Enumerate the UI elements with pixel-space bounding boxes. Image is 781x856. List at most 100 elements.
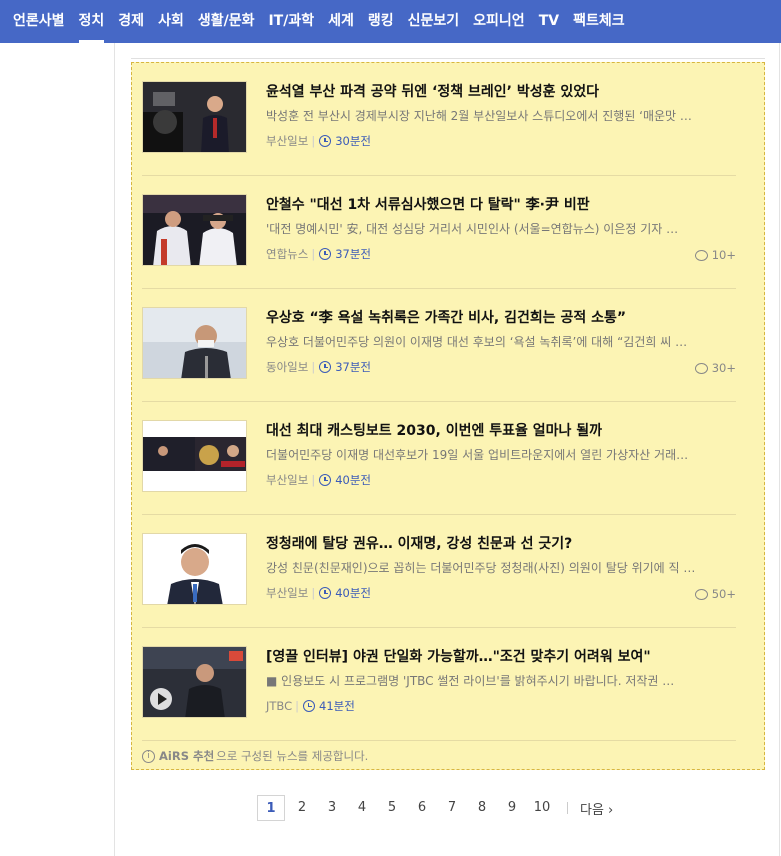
news-thumbnail[interactable] [142,307,247,379]
news-source[interactable]: 연합뉴스 [266,246,308,262]
news-item: 정청래에 탈당 권유… 이재명, 강성 친문과 선 긋기? 강성 친문(친문재인… [142,515,736,628]
airs-notice: i AiRS 추천 으로 구성된 뉴스를 제공합니다. [142,748,368,764]
comment-count-label: 30+ [711,361,736,375]
news-description[interactable]: ■ 인용보도 시 프로그램명 'JTBC 썰전 라이브'를 밝혀주시기 바랍니다… [266,672,696,689]
page-number[interactable]: 3 [317,795,347,821]
news-time-label: 41분전 [319,699,355,713]
next-page-label: 다음 [580,802,604,818]
news-meta: 동아일보 | 37분전 [266,359,371,375]
comment-icon [694,362,708,374]
page-number[interactable]: 10 [527,795,557,821]
news-item: 윤석열 부산 파격 공약 뒤엔 ‘정책 브레인’ 박성훈 있었다 박성훈 전 부… [142,63,736,176]
nav-item[interactable]: 랭킹 [361,0,401,43]
news-title[interactable]: 우상호 “李 욕설 녹취록은 가족간 비사, 김건희는 공적 소통” [266,307,736,327]
page-number[interactable]: 1 [257,795,285,821]
news-time-label: 37분전 [335,360,371,374]
nav-item[interactable]: 경제 [111,0,151,43]
news-title[interactable]: [영끌 인터뷰] 야권 단일화 가능할까…"조건 맞추기 어려워 보여" [266,646,736,666]
news-thumbnail[interactable] [142,194,247,266]
nav-item[interactable]: 신문보기 [401,0,467,43]
nav-item[interactable]: 언론사별 [6,0,72,43]
news-time-label: 40분전 [335,586,371,600]
clock-icon [319,474,332,486]
info-icon[interactable]: i [142,749,155,763]
news-description[interactable]: 박성훈 전 부산시 경제부시장 지난해 2월 부산일보사 스튜디오에서 진행된 … [266,107,696,124]
news-thumbnail[interactable] [142,646,247,718]
news-source[interactable]: 부산일보 [266,585,308,601]
news-time: 30분전 [319,133,371,149]
meta-separator: | [295,699,300,713]
news-time-label: 40분전 [335,473,371,487]
clock-icon [319,361,332,373]
news-thumbnail[interactable] [142,420,247,492]
chevron-right-icon: › [603,802,614,818]
news-list-panel: 윤석열 부산 파격 공약 뒤엔 ‘정책 브레인’ 박성훈 있었다 박성훈 전 부… [131,62,765,770]
news-meta: 부산일보 | 40분전 [266,585,371,601]
clock-icon [319,248,332,260]
news-description[interactable]: 강성 친문(친문재인)으로 꼽히는 더불어민주당 정청래(사진) 의원이 탈당 … [266,559,696,576]
news-title[interactable]: 윤석열 부산 파격 공약 뒤엔 ‘정책 브레인’ 박성훈 있었다 [266,81,736,101]
nav-item[interactable]: 사회 [151,0,191,43]
nav-item[interactable]: IT/과학 [261,0,321,43]
comment-count[interactable]: 30+ [694,361,736,375]
news-meta: 부산일보 | 30분전 [266,133,371,149]
news-thumbnail[interactable] [142,533,247,605]
meta-separator: | [311,247,316,261]
news-title[interactable]: 안철수 "대선 1차 서류심사했으면 다 탈락" 李·尹 비판 [266,194,736,214]
news-time: 40분전 [319,472,371,488]
page-number[interactable]: 6 [407,795,437,821]
news-time-label: 37분전 [335,247,371,261]
news-time: 37분전 [319,359,371,375]
news-source[interactable]: 부산일보 [266,133,308,149]
news-description[interactable]: 우상호 더불어민주당 의원이 이재명 대선 후보의 ‘욕설 녹취록’에 대해 “… [266,333,696,350]
news-source[interactable]: 동아일보 [266,359,308,375]
page-number[interactable]: 4 [347,795,377,821]
news-description[interactable]: '대전 명예시민' 安, 대전 성심당 거리서 시민인사 (서울=연합뉴스) 이… [266,220,696,237]
news-description[interactable]: 더불어민주당 이재명 대선후보가 19일 서울 업비트라운지에서 열린 가상자산… [266,446,696,463]
right-divider [779,43,780,856]
page-number[interactable]: 9 [497,795,527,821]
news-meta: 부산일보 | 40분전 [266,472,371,488]
top-rule [131,58,765,59]
nav-item[interactable]: 오피니언 [466,0,532,43]
clock-icon [303,700,316,712]
meta-separator: | [311,134,316,148]
comment-count[interactable]: 10+ [694,248,736,262]
news-time-label: 30분전 [335,134,371,148]
left-divider [114,43,115,856]
news-time: 41분전 [303,698,355,714]
airs-text: 으로 구성된 뉴스를 제공합니다. [216,749,369,763]
nav-item[interactable]: 세계 [321,0,361,43]
nav-item[interactable]: TV [532,0,566,43]
airs-brand[interactable]: AiRS 추천 [159,748,214,764]
comment-count[interactable]: 50+ [694,587,736,601]
news-meta: JTBC | 41분전 [266,698,355,714]
news-thumbnail[interactable] [142,81,247,153]
nav-item[interactable]: 정치 [72,0,112,43]
page-number[interactable]: 8 [467,795,497,821]
page-number[interactable]: 7 [437,795,467,821]
news-title[interactable]: 정청래에 탈당 권유… 이재명, 강성 친문과 선 긋기? [266,533,736,553]
clock-icon [319,587,332,599]
meta-separator: | [311,473,316,487]
next-page-button[interactable]: 다음 › [580,799,613,818]
pagination: 1 2 3 4 5 6 7 8 9 10 다음 › [257,794,613,822]
meta-separator: | [311,586,316,600]
nav-item[interactable]: 생활/문화 [191,0,262,43]
news-source[interactable]: 부산일보 [266,472,308,488]
comment-count-label: 50+ [711,587,736,601]
news-time: 40분전 [319,585,371,601]
news-title[interactable]: 대선 최대 캐스팅보트 2030, 이번엔 투표율 얼마나 될까 [266,420,736,440]
clock-icon [319,135,332,147]
nav-item[interactable]: 팩트체크 [566,0,632,43]
news-source[interactable]: JTBC [266,699,292,713]
comment-icon [694,249,708,261]
news-item: 안철수 "대선 1차 서류심사했으면 다 탈락" 李·尹 비판 '대전 명예시민… [142,176,736,289]
comment-icon [694,588,708,600]
meta-separator: | [311,360,316,374]
news-time: 37분전 [319,246,371,262]
page-number[interactable]: 5 [377,795,407,821]
news-divider [142,740,736,741]
page-number[interactable]: 2 [287,795,317,821]
news-item: [영끌 인터뷰] 야권 단일화 가능할까…"조건 맞추기 어려워 보여" ■ 인… [142,628,736,741]
